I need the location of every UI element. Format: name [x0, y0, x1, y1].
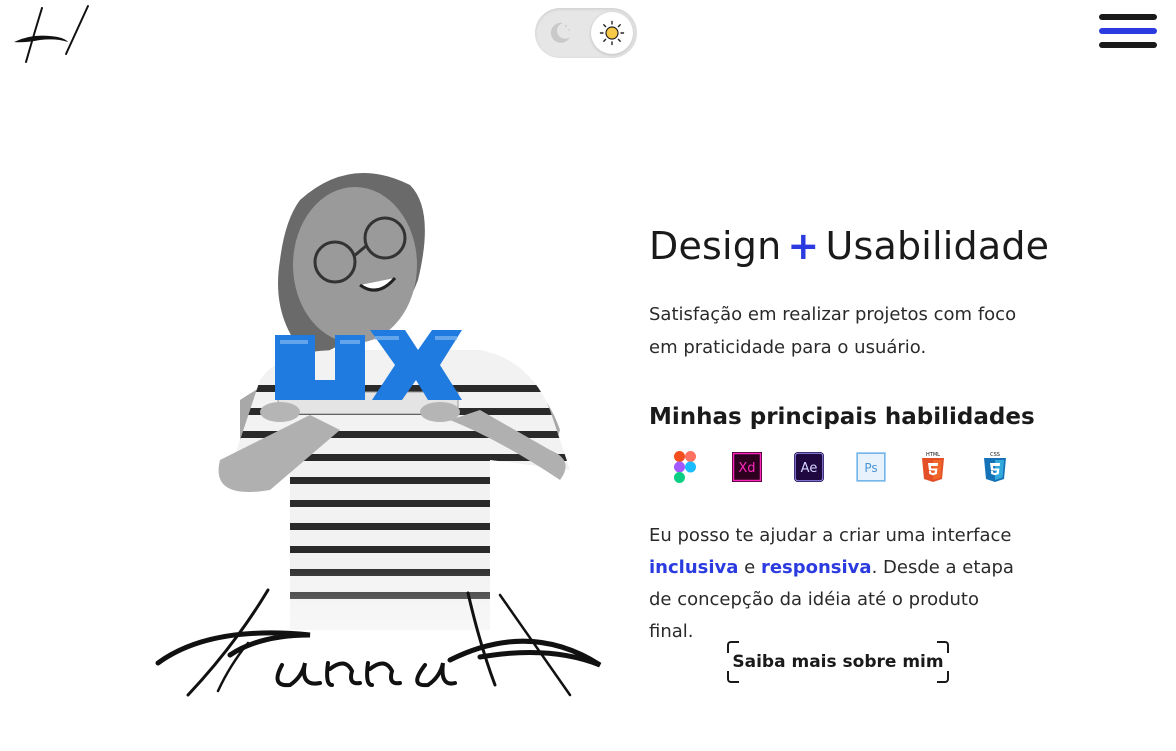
- sun-icon: [599, 20, 625, 46]
- svg-text:Ps: Ps: [864, 461, 877, 475]
- description-part-1: Eu posso te ajudar a criar uma interface: [649, 525, 1012, 546]
- headline: Design + Usabilidade: [649, 222, 1049, 270]
- intro-section: Design + Usabilidade Satisfação em realiza…: [649, 222, 1049, 648]
- html5-icon: HTML: [917, 451, 949, 483]
- about-me-button-label: Saiba mais sobre mim: [732, 652, 944, 672]
- theme-toggle[interactable]: [535, 8, 637, 58]
- intro-text: Satisfação em realizar projetos com foco…: [649, 304, 1017, 358]
- menu-bar-middle: [1099, 28, 1157, 34]
- moon-icon[interactable]: [547, 20, 573, 46]
- after-effects-icon: Ae: [793, 451, 825, 483]
- svg-text:HTML: HTML: [926, 452, 940, 458]
- about-me-button[interactable]: Saiba mais sobre mim: [727, 641, 949, 683]
- theme-toggle-knob[interactable]: [591, 12, 633, 54]
- logo-monogram[interactable]: [10, 4, 94, 66]
- svg-text:Ae: Ae: [801, 461, 818, 476]
- highlight-inclusiva: inclusiva: [649, 557, 739, 578]
- signature-hanna: [155, 588, 602, 697]
- adobe-xd-icon: Xd: [731, 451, 763, 483]
- hh-monogram-icon: [14, 5, 89, 63]
- description-part-2: e: [738, 557, 761, 578]
- hamburger-menu-icon[interactable]: [1099, 14, 1157, 50]
- headline-plus: +: [787, 224, 820, 268]
- headline-usabilidade: Usabilidade: [825, 224, 1050, 268]
- highlight-responsiva: responsiva: [760, 557, 872, 578]
- photoshop-icon: Ps: [855, 451, 887, 483]
- description-text: Eu posso te ajudar a criar uma interface…: [649, 520, 1029, 648]
- cta-corner-bottom-left: [727, 671, 739, 683]
- css3-icon: CSS: [979, 451, 1011, 483]
- cta-corner-bottom-right: [937, 671, 949, 683]
- svg-text:CSS: CSS: [990, 452, 1000, 458]
- svg-text:Xd: Xd: [738, 461, 755, 476]
- headline-design: Design: [649, 224, 782, 268]
- menu-bar-top: [1099, 14, 1157, 20]
- skills-list: Xd Ae Ps HTML CSS: [669, 450, 1049, 484]
- menu-bar-bottom: [1099, 42, 1157, 48]
- skills-title: Minhas principais habilidades: [649, 404, 1035, 430]
- figma-icon: [669, 451, 701, 483]
